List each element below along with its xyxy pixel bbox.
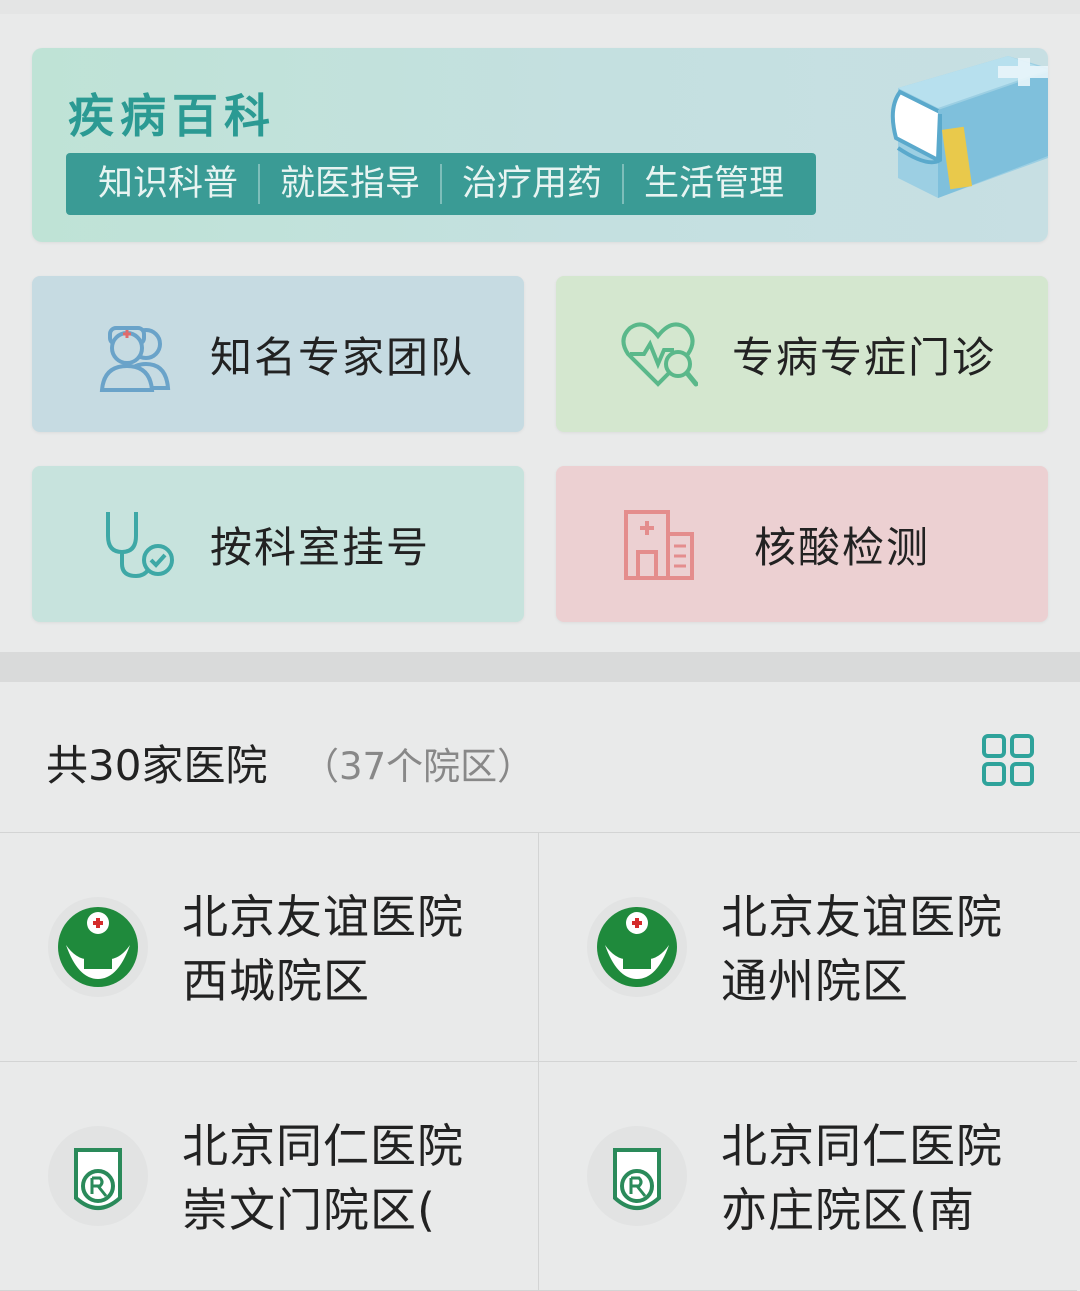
hospital-name-line2: 亦庄院区(南: [721, 1183, 975, 1237]
hospital-card[interactable]: 北京同仁医院 崇文门院区(: [0, 1062, 539, 1291]
tile-department-registration[interactable]: 按科室挂号: [32, 466, 524, 622]
hospital-building-icon: [624, 510, 694, 580]
hospital-name-line2: 崇文门院区(: [182, 1183, 436, 1237]
hospital-card[interactable]: 北京同仁医院 亦庄院区(南: [539, 1062, 1077, 1291]
hospital-name: 北京友谊医院 西城院区: [182, 885, 464, 1013]
tile-expert-team-label: 知名专家团队: [210, 332, 475, 382]
banner-tag-knowledge[interactable]: 知识科普: [78, 164, 261, 204]
hospital-name-line1: 北京友谊医院: [182, 890, 464, 944]
tile-nucleic-acid-test-label: 核酸检测: [754, 522, 931, 572]
banner-tag-medication[interactable]: 治疗用药: [442, 164, 625, 204]
campus-count: （37个院区）: [302, 745, 535, 788]
doctor-team-icon: [99, 326, 171, 392]
tongren-hospital-logo: [587, 1126, 687, 1226]
hospital-name: 北京友谊医院 通州院区: [721, 885, 1003, 1013]
banner-title: 疾病百科: [68, 89, 276, 143]
hospital-name: 北京同仁医院 亦庄院区(南: [721, 1114, 1003, 1242]
tongren-hospital-logo: [48, 1126, 148, 1226]
grid-view-icon[interactable]: [980, 732, 1036, 788]
disease-encyclopedia-banner[interactable]: 疾病百科 知识科普 就医指导 治疗用药 生活管理: [32, 48, 1048, 242]
hospital-name-line1: 北京同仁医院: [182, 1119, 464, 1173]
hospital-count: 共30家医院: [46, 741, 268, 790]
hospital-list-header: 共30家医院 （37个院区）: [0, 682, 1080, 833]
hospital-card[interactable]: 北京友谊医院 通州院区: [539, 833, 1077, 1062]
top-strip: [0, 0, 1080, 14]
beijing-friendship-hospital-logo: [48, 897, 148, 997]
hospital-name-line2: 西城院区: [182, 954, 370, 1008]
hospital-name-line1: 北京同仁医院: [721, 1119, 1003, 1173]
hospital-name: 北京同仁医院 崇文门院区(: [182, 1114, 464, 1242]
beijing-friendship-hospital-logo: [587, 897, 687, 997]
hospital-name-line1: 北京友谊医院: [721, 890, 1003, 944]
medical-book-icon: [890, 56, 1048, 198]
hospital-name-line2: 通州院区: [721, 954, 909, 1008]
tile-nucleic-acid-test[interactable]: 核酸检测: [556, 466, 1048, 622]
tile-department-registration-label: 按科室挂号: [210, 522, 431, 572]
section-divider: [0, 652, 1080, 682]
tile-specialty-clinic[interactable]: 专病专症门诊: [556, 276, 1048, 432]
stethoscope-icon: [106, 512, 174, 579]
hospital-card[interactable]: 北京友谊医院 西城院区: [0, 833, 539, 1062]
tile-expert-team[interactable]: 知名专家团队: [32, 276, 524, 432]
banner-tags: 知识科普 就医指导 治疗用药 生活管理: [66, 153, 817, 215]
banner-tag-guidance[interactable]: 就医指导: [260, 164, 443, 204]
heart-pulse-search-icon: [621, 322, 698, 387]
tile-specialty-clinic-label: 专病专症门诊: [732, 332, 997, 382]
banner-tag-lifestyle[interactable]: 生活管理: [624, 164, 804, 204]
